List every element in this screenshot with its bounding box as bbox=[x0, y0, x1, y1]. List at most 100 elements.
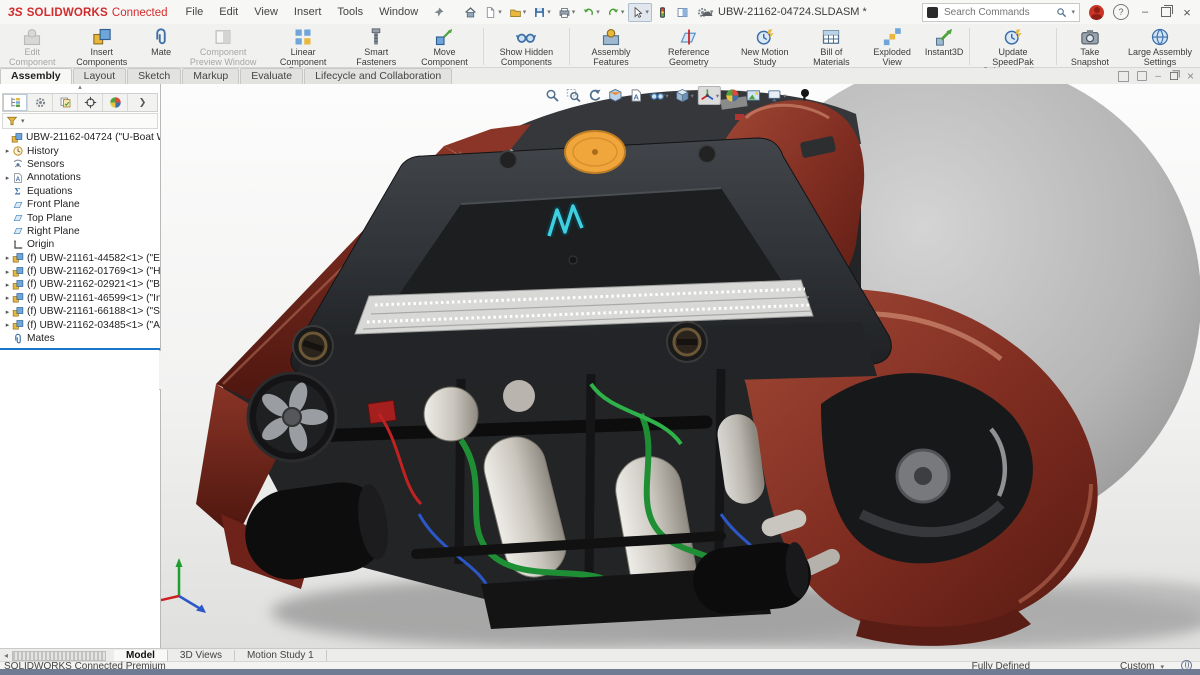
pane-splitter-thumb[interactable] bbox=[12, 651, 106, 661]
tree-item-component-interior[interactable]: ▸(f) UBW-21161-46599<1> ("Interior" bbox=[0, 292, 160, 305]
tab-motion-study-1[interactable]: Motion Study 1 bbox=[235, 650, 327, 662]
displaymanager-tab[interactable] bbox=[103, 94, 128, 111]
ribbon-smart-fasteners[interactable]: Smart Fasteners bbox=[343, 26, 409, 68]
dropdown-arrow[interactable]: ▾ bbox=[621, 8, 625, 16]
zoom-to-area-button[interactable] bbox=[563, 86, 582, 105]
menu-insert[interactable]: Insert bbox=[286, 3, 330, 21]
ribbon-show-hidden-components[interactable]: Show Hidden Components bbox=[486, 26, 566, 68]
dropdown-arrow[interactable]: ▾ bbox=[547, 8, 551, 16]
rebuild-button[interactable] bbox=[653, 3, 672, 22]
rollback-bar[interactable] bbox=[0, 348, 160, 350]
ribbon-large-assembly-settings[interactable]: Large Assembly Settings bbox=[1120, 26, 1200, 68]
tab-3d-views[interactable]: 3D Views bbox=[168, 650, 235, 662]
ribbon-instant3d[interactable]: Instant3D bbox=[922, 26, 966, 59]
tree-item-annotations[interactable]: ▸Annotations bbox=[0, 171, 160, 184]
panel-tabs-overflow[interactable]: ❯ bbox=[128, 97, 157, 108]
restore-button[interactable] bbox=[1161, 7, 1171, 17]
menu-window[interactable]: Window bbox=[371, 3, 426, 21]
apply-scene-button[interactable] bbox=[744, 86, 763, 105]
close-button[interactable]: × bbox=[1180, 5, 1194, 20]
search-icon[interactable] bbox=[1056, 7, 1067, 18]
redo-button[interactable]: ▾ bbox=[604, 3, 628, 22]
dropdown-arrow[interactable]: ▾ bbox=[645, 8, 649, 16]
user-avatar[interactable] bbox=[1089, 5, 1104, 20]
hide-show-items-button[interactable]: ▾ bbox=[647, 86, 670, 105]
dropdown-arrow[interactable]: ▾ bbox=[665, 92, 668, 100]
tree-root-assembly[interactable]: UBW-21162-04724 ("U-Boat Worx NEMO bbox=[0, 131, 160, 144]
graphics-viewport[interactable]: ▾ ▾ ▾ ▾ bbox=[161, 84, 1200, 648]
dropdown-arrow[interactable]: ▾ bbox=[523, 8, 527, 16]
tab-sketch[interactable]: Sketch bbox=[127, 68, 181, 84]
ribbon-take-snapshot[interactable]: Take Snapshot bbox=[1060, 26, 1120, 68]
window-cascade-icon[interactable] bbox=[1118, 71, 1129, 82]
dropdown-arrow[interactable]: ▾ bbox=[498, 8, 502, 16]
search-input[interactable] bbox=[942, 6, 1052, 19]
tree-item-sensors[interactable]: Sensors bbox=[0, 158, 160, 171]
menu-file[interactable]: File bbox=[178, 3, 212, 21]
tree-item-equations[interactable]: Equations bbox=[0, 185, 160, 198]
view-settings-button[interactable]: ▾ bbox=[765, 86, 788, 105]
search-dropdown-arrow[interactable]: ▾ bbox=[1071, 8, 1075, 16]
dropdown-arrow[interactable]: ▾ bbox=[783, 92, 786, 100]
ribbon-bill-of-materials[interactable]: Bill of Materials bbox=[801, 26, 862, 68]
search-commands-box[interactable]: ▾ bbox=[922, 3, 1080, 22]
dropdown-arrow[interactable]: ▾ bbox=[596, 8, 600, 16]
viewport-minimize-button[interactable]: – bbox=[1155, 71, 1161, 82]
section-view-button[interactable] bbox=[605, 86, 624, 105]
window-tile-icon[interactable] bbox=[1137, 71, 1147, 81]
tab-layout[interactable]: Layout bbox=[73, 68, 127, 84]
previous-view-button[interactable] bbox=[584, 86, 603, 105]
display-pane-button[interactable] bbox=[673, 3, 692, 22]
zoom-to-fit-button[interactable] bbox=[542, 86, 561, 105]
menu-view[interactable]: View bbox=[246, 3, 286, 21]
tab-markup[interactable]: Markup bbox=[182, 68, 239, 84]
open-button[interactable]: ▾ bbox=[506, 3, 530, 22]
display-style-button[interactable]: ▾ bbox=[673, 86, 696, 105]
tab-scroll-left[interactable]: ◂ bbox=[0, 651, 12, 660]
save-button[interactable]: ▾ bbox=[530, 3, 554, 22]
tree-item-origin[interactable]: Origin bbox=[0, 238, 160, 251]
tree-item-mates[interactable]: Mates bbox=[0, 332, 160, 345]
select-tool-button[interactable]: ▾ bbox=[628, 3, 652, 22]
menu-edit[interactable]: Edit bbox=[211, 3, 246, 21]
menu-tools[interactable]: Tools bbox=[329, 3, 371, 21]
tree-item-component-exostructure[interactable]: ▸(f) UBW-21161-44582<1> ("Exostruc bbox=[0, 252, 160, 265]
tab-lifecycle-and-collaboration[interactable]: Lifecycle and Collaboration bbox=[304, 68, 452, 84]
dropdown-arrow[interactable]: ▾ bbox=[572, 8, 576, 16]
tab-evaluate[interactable]: Evaluate bbox=[240, 68, 303, 84]
annotation-views-button[interactable] bbox=[626, 86, 645, 105]
print-button[interactable]: ▾ bbox=[555, 3, 579, 22]
tree-item-front-plane[interactable]: Front Plane bbox=[0, 198, 160, 211]
3d-model-canvas[interactable] bbox=[161, 84, 1200, 648]
tree-item-right-plane[interactable]: Right Plane bbox=[0, 225, 160, 238]
tree-filter[interactable]: ▾ bbox=[2, 113, 158, 129]
edit-appearance-button[interactable] bbox=[723, 86, 742, 105]
tree-item-component-human[interactable]: ▸(f) UBW-21162-01769<1> ("Human I bbox=[0, 265, 160, 278]
tree-item-top-plane[interactable]: Top Plane bbox=[0, 211, 160, 224]
tree-item-component-battery[interactable]: ▸(f) UBW-21162-02921<1> ("Battery S bbox=[0, 278, 160, 291]
tree-item-history[interactable]: ▸History bbox=[0, 144, 160, 157]
tree-item-component-shape[interactable]: ▸(f) UBW-21161-66188<1> ("Shape El bbox=[0, 305, 160, 318]
help-button[interactable]: ? bbox=[1113, 4, 1129, 20]
pin-menu-icon[interactable] bbox=[432, 6, 445, 19]
tree-item-component-auto[interactable]: ▸(f) UBW-21162-03485<1> ("Auto Co bbox=[0, 318, 160, 331]
featuremanager-tab[interactable] bbox=[3, 94, 28, 111]
dropdown-arrow[interactable]: ▾ bbox=[691, 92, 694, 100]
ribbon-new-motion-study[interactable]: New Motion Study bbox=[729, 26, 801, 68]
tab-assembly[interactable]: Assembly bbox=[0, 68, 72, 84]
viewport-close-button[interactable]: × bbox=[1187, 69, 1194, 83]
dropdown-arrow[interactable]: ▾ bbox=[716, 92, 719, 100]
home-button[interactable] bbox=[461, 3, 480, 22]
filter-dropdown-arrow[interactable]: ▾ bbox=[21, 117, 25, 125]
dimxpertmanager-tab[interactable] bbox=[78, 94, 103, 111]
tab-model[interactable]: Model bbox=[114, 650, 168, 662]
new-document-button[interactable]: ▾ bbox=[481, 3, 505, 22]
panel-collapse-arrow[interactable]: ▴ bbox=[0, 84, 160, 92]
configurationmanager-tab[interactable] bbox=[53, 94, 78, 111]
view-orientation-button[interactable]: ▾ bbox=[698, 86, 721, 105]
undo-button[interactable]: ▾ bbox=[579, 3, 603, 22]
propertymanager-tab[interactable] bbox=[28, 94, 53, 111]
ribbon-mate[interactable]: Mate bbox=[139, 26, 183, 59]
minimize-button[interactable]: – bbox=[1138, 6, 1152, 18]
viewport-restore-button[interactable] bbox=[1170, 72, 1178, 80]
